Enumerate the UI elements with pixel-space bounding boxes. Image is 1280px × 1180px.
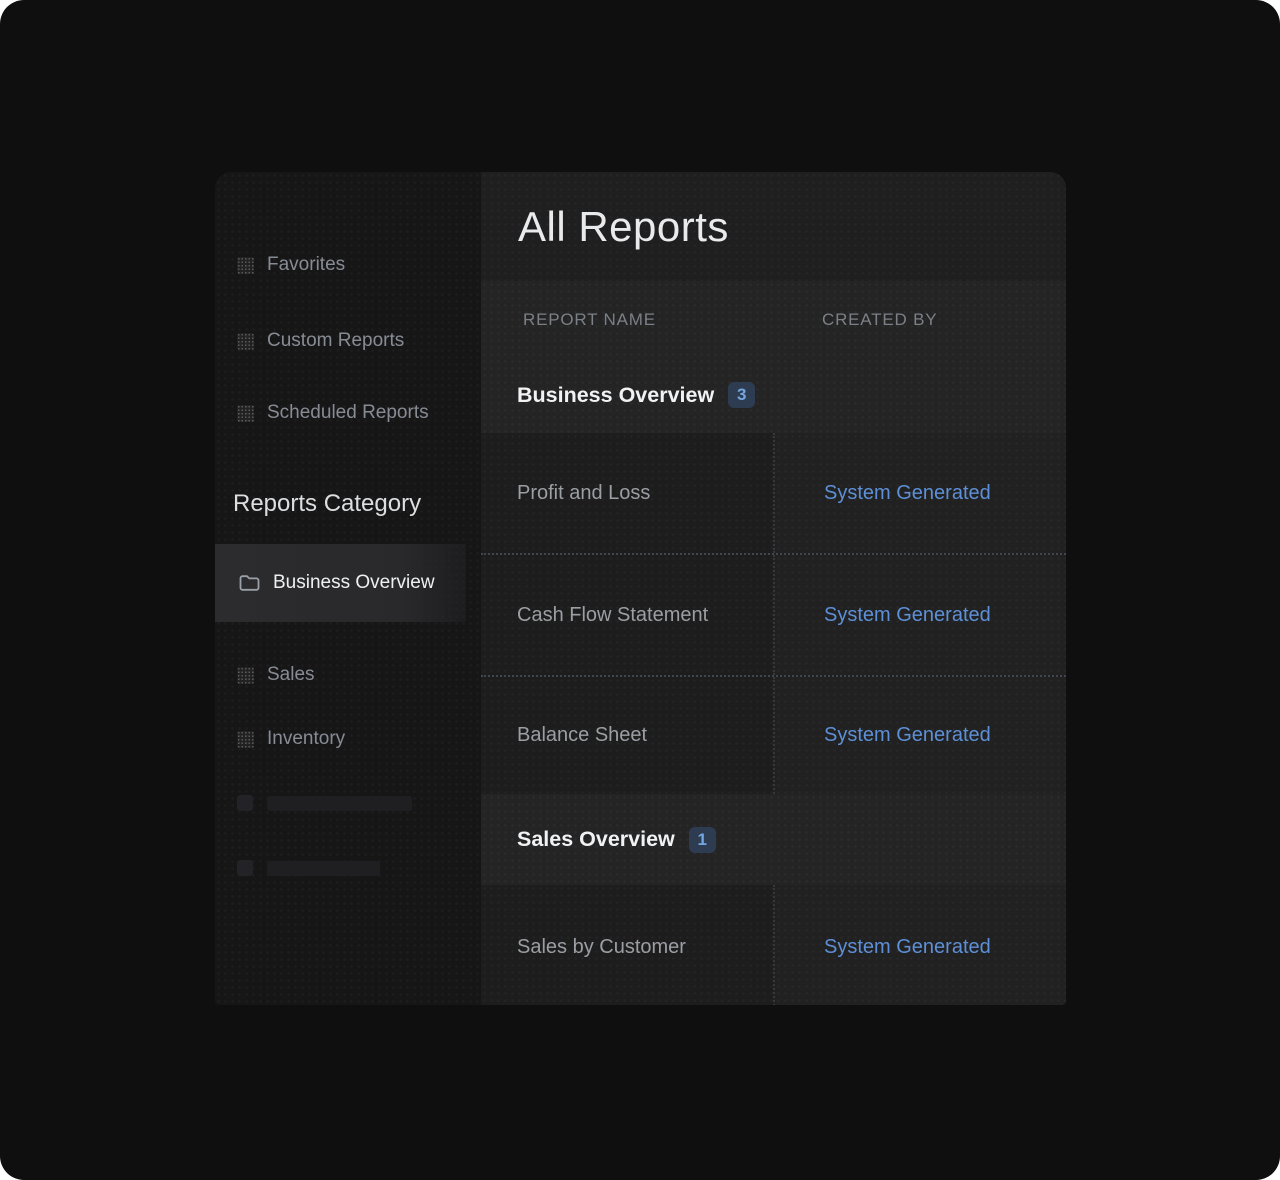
created-by-cell: System Generated [773, 677, 1066, 794]
created-by-cell: System Generated [773, 555, 1066, 675]
system-generated-link: System Generated [824, 482, 991, 505]
report-row-cash-flow-statement[interactable]: Cash Flow Statement System Generated [481, 553, 1066, 675]
skeleton-bar [267, 861, 380, 876]
scheduled-reports-icon [237, 405, 254, 422]
report-row-balance-sheet[interactable]: Balance Sheet System Generated [481, 675, 1066, 794]
column-header-report-name: REPORT NAME [523, 310, 656, 329]
created-by-cell: System Generated [773, 433, 1066, 553]
page-title: All Reports [518, 203, 729, 251]
sidebar-category-label: Inventory [267, 728, 345, 750]
report-name-cell[interactable]: Sales by Customer [481, 885, 773, 1005]
folder-icon [239, 574, 260, 592]
group-count-badge: 3 [728, 382, 755, 408]
sidebar-category-sales[interactable]: Sales [215, 662, 481, 688]
favorites-icon [237, 257, 254, 274]
sales-icon [237, 667, 254, 684]
created-by-cell: System Generated [773, 885, 1066, 1005]
system-generated-link: System Generated [824, 724, 991, 747]
system-generated-link: System Generated [824, 936, 991, 959]
skeleton-bar [267, 796, 412, 811]
skeleton-row [237, 795, 412, 811]
group-count-badge: 1 [689, 827, 716, 853]
sidebar-category-label: Sales [267, 664, 315, 686]
sidebar-category-label: Business Overview [273, 572, 435, 594]
skeleton-row [237, 860, 380, 876]
reports-category-heading: Reports Category [233, 490, 421, 518]
column-header-created-by: CREATED BY [822, 310, 937, 329]
group-header-sales-overview[interactable]: Sales Overview 1 [481, 794, 1066, 885]
sidebar-item-label: Custom Reports [267, 330, 404, 352]
sidebar: Favorites Custom Reports Scheduled Repor… [215, 172, 481, 1005]
sidebar-category-business-overview[interactable]: Business Overview [215, 544, 466, 622]
title-block: All Reports [481, 172, 1066, 281]
inventory-icon [237, 731, 254, 748]
group-header-business-overview[interactable]: Business Overview 3 [481, 375, 1066, 415]
reports-panel: Favorites Custom Reports Scheduled Repor… [215, 172, 1066, 1005]
skeleton-icon [237, 795, 253, 811]
sidebar-item-favorites[interactable]: Favorites [215, 252, 481, 278]
sidebar-item-scheduled-reports[interactable]: Scheduled Reports [215, 400, 481, 426]
report-row-profit-and-loss[interactable]: Profit and Loss System Generated [481, 433, 1066, 553]
sidebar-item-custom-reports[interactable]: Custom Reports [215, 328, 481, 354]
sidebar-item-label: Favorites [267, 254, 345, 276]
report-name-cell[interactable]: Profit and Loss [481, 433, 773, 553]
all-reports-panel: All Reports REPORT NAME CREATED BY Busin… [481, 172, 1066, 1005]
table-column-headers: REPORT NAME CREATED BY [481, 310, 1066, 330]
report-name-cell[interactable]: Cash Flow Statement [481, 555, 773, 675]
group-name: Sales Overview [517, 827, 675, 852]
page-background: Favorites Custom Reports Scheduled Repor… [0, 0, 1280, 1180]
report-row-sales-by-customer[interactable]: Sales by Customer System Generated [481, 885, 1066, 1005]
sidebar-item-label: Scheduled Reports [267, 402, 429, 424]
group-name: Business Overview [517, 383, 714, 408]
skeleton-icon [237, 860, 253, 876]
custom-reports-icon [237, 333, 254, 350]
table-header-band: REPORT NAME CREATED BY Business Overview… [481, 281, 1066, 433]
system-generated-link: System Generated [824, 604, 991, 627]
report-name-cell[interactable]: Balance Sheet [481, 677, 773, 794]
sidebar-category-inventory[interactable]: Inventory [215, 726, 481, 752]
